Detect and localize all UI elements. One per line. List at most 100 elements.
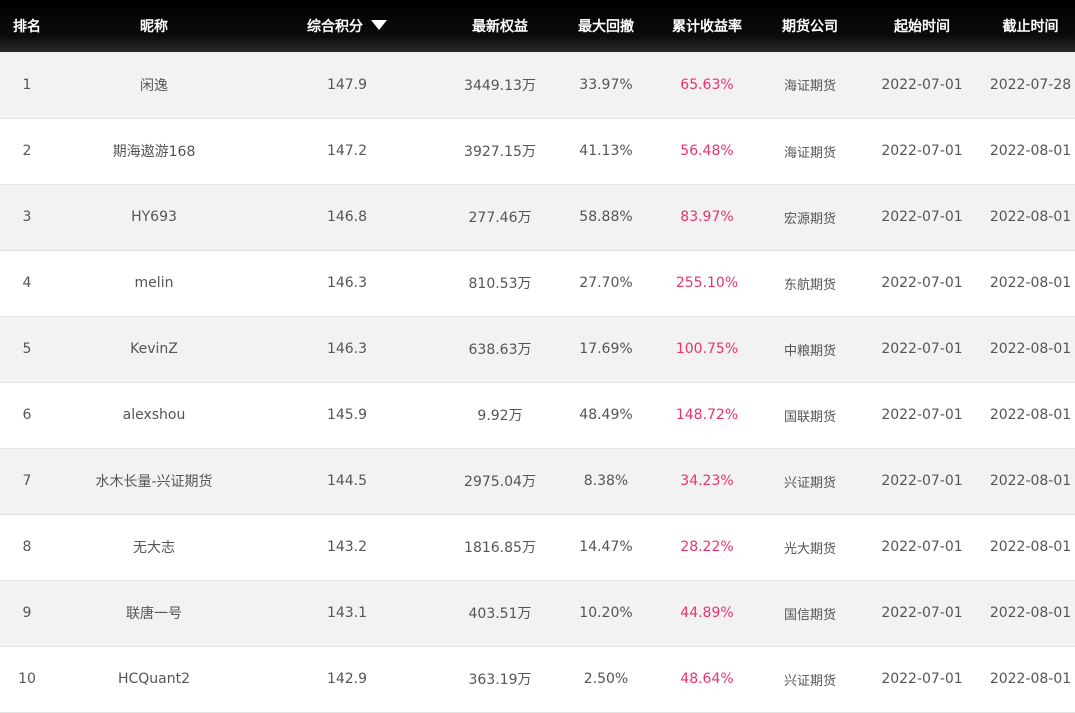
table-row[interactable]: 7 水木长量-兴证期货 144.5 2975.04万 8.38% 34.23% 兴证期货 20…	[0, 448, 1075, 514]
cell-score: 146.3	[326, 341, 368, 357]
header-equity: 最新权益	[472, 19, 528, 35]
cell-return: 148.72%	[675, 407, 739, 423]
table-row[interactable]: 9 联唐一号 143.1 403.51万 10.20% 44.89% 国信期货 2022-07…	[0, 580, 1075, 646]
cell-equity: 403.51万	[468, 606, 532, 622]
cell-drawdown: 27.70%	[579, 275, 633, 291]
cell-rank: 4	[22, 275, 32, 291]
cell-equity: 3449.13万	[464, 77, 536, 94]
cell-rank: 5	[22, 341, 32, 357]
cell-end-time: 2022-08-01	[989, 605, 1072, 621]
table-row[interactable]: 2 期海遨游168 147.2 3927.15万 41.13% 56.48% 海证期货 202…	[0, 118, 1075, 184]
cell-end-time: 2022-08-01	[989, 473, 1072, 489]
cell-end-time: 2022-08-01	[989, 275, 1072, 291]
cell-score: 143.2	[326, 539, 368, 555]
cell-end-time: 2022-08-01	[989, 341, 1072, 357]
cell-nickname: 联唐一号	[54, 580, 254, 646]
cell-return: 255.10%	[675, 275, 739, 291]
table-row[interactable]: 4 melin 146.3 810.53万 27.70% 255.10% 东航期货 2022-…	[0, 250, 1075, 316]
cell-drawdown: 17.69%	[579, 341, 633, 357]
cell-nickname: 水木长量-兴证期货	[54, 448, 254, 514]
cell-nickname: melin	[54, 250, 254, 316]
cell-return: 34.23%	[680, 473, 734, 489]
header-company: 期货公司	[782, 19, 838, 35]
cell-score: 142.9	[326, 671, 368, 687]
cell-nickname: HY693	[54, 184, 254, 250]
cell-score: 145.9	[326, 407, 368, 423]
nickname-link[interactable]: melin	[135, 275, 174, 291]
header-nickname: 昵称	[140, 19, 168, 35]
cell-start-time: 2022-07-01	[881, 341, 963, 357]
nickname-link[interactable]: KevinZ	[130, 341, 178, 357]
cell-return: 83.97%	[680, 209, 734, 225]
cell-drawdown: 8.38%	[583, 473, 629, 489]
cell-nickname: 期海遨游168	[54, 118, 254, 184]
cell-start-time: 2022-07-01	[881, 275, 963, 291]
cell-company: 兴证期货	[783, 475, 836, 491]
cell-start-time: 2022-07-01	[881, 407, 963, 423]
nickname-link[interactable]: HCQuant2	[118, 671, 190, 687]
table-row[interactable]: 3 HY693 146.8 277.46万 58.88% 83.97% 宏源期货 2022-0…	[0, 184, 1075, 250]
header-end-time: 截止时间	[1002, 19, 1059, 35]
cell-company: 宏源期货	[783, 211, 836, 227]
cell-drawdown: 14.47%	[579, 539, 633, 555]
cell-equity: 638.63万	[468, 342, 532, 358]
cell-company: 光大期货	[783, 541, 836, 557]
table-row[interactable]: 10 HCQuant2 142.9 363.19万 2.50% 48.64% 兴证期货 202…	[0, 646, 1075, 712]
nickname-link[interactable]: 无大志	[133, 540, 175, 556]
cell-end-time: 2022-08-01	[989, 407, 1072, 423]
nickname-link[interactable]: 水木长量-兴证期货	[95, 474, 212, 490]
cell-company: 海证期货	[783, 79, 836, 95]
cell-drawdown: 48.49%	[579, 407, 633, 423]
cell-start-time: 2022-07-01	[881, 209, 963, 225]
cell-drawdown: 2.50%	[583, 671, 629, 687]
cell-start-time: 2022-07-01	[881, 76, 963, 93]
nickname-link[interactable]: 联唐一号	[126, 606, 182, 622]
cell-rank: 8	[22, 539, 32, 555]
cell-company: 国联期货	[783, 409, 836, 425]
cell-score: 146.3	[326, 275, 368, 291]
table-row[interactable]: 1 闲逸 147.9 3449.13万 33.97% 65.63% 海证期货 2022-07-…	[0, 52, 1075, 118]
cell-company: 国信期货	[783, 607, 836, 623]
header-score-sortable[interactable]: 综合积分	[254, 0, 440, 52]
cell-nickname: KevinZ	[54, 316, 254, 382]
cell-return: 48.64%	[680, 671, 734, 687]
cell-nickname: 无大志	[54, 514, 254, 580]
cell-company: 东航期货	[783, 277, 836, 293]
cell-start-time: 2022-07-01	[881, 143, 963, 159]
cell-company: 中粮期货	[783, 343, 836, 359]
cell-rank: 2	[22, 143, 32, 159]
cell-return: 56.48%	[680, 143, 734, 159]
cell-equity: 810.53万	[468, 276, 532, 292]
nickname-link[interactable]: alexshou	[123, 407, 186, 423]
cell-score: 143.1	[326, 605, 368, 621]
cell-drawdown: 33.97%	[579, 76, 633, 93]
nickname-link[interactable]: HY693	[131, 209, 177, 225]
cell-start-time: 2022-07-01	[881, 473, 963, 489]
cell-end-time: 2022-08-01	[989, 143, 1072, 159]
caret-down-icon[interactable]	[371, 20, 387, 30]
cell-drawdown: 10.20%	[579, 605, 633, 621]
cell-equity: 277.46万	[468, 210, 532, 226]
cell-return: 28.22%	[680, 539, 734, 555]
cell-rank: 7	[22, 473, 32, 489]
header-rank: 排名	[13, 19, 41, 35]
header-start-time: 起始时间	[894, 19, 950, 35]
cell-equity: 2975.04万	[464, 474, 536, 490]
cell-company: 海证期货	[783, 145, 836, 161]
cell-nickname: 闲逸	[54, 52, 254, 118]
cell-score: 144.5	[326, 473, 368, 489]
table-row[interactable]: 8 无大志 143.2 1816.85万 14.47% 28.22% 光大期货 2022-07…	[0, 514, 1075, 580]
header-row: 排名 昵称 综合积分 最新权益 最大回撤 累计收益率 期货公司 起始时间 截止时…	[0, 0, 1075, 52]
table-row[interactable]: 6 alexshou 145.9 9.92万 48.49% 148.72% 国联期货 2022…	[0, 382, 1075, 448]
cell-start-time: 2022-07-01	[881, 539, 963, 555]
nickname-link[interactable]: 闲逸	[140, 78, 168, 94]
cell-drawdown: 58.88%	[579, 209, 633, 225]
cell-equity: 363.19万	[468, 672, 532, 688]
nickname-link[interactable]: 期海遨游168	[113, 144, 196, 160]
cell-equity: 3927.15万	[464, 144, 536, 160]
cell-rank: 6	[22, 407, 32, 423]
table-row[interactable]: 5 KevinZ 146.3 638.63万 17.69% 100.75% 中粮期货 2022…	[0, 316, 1075, 382]
cell-score: 147.2	[326, 143, 368, 159]
cell-equity: 9.92万	[477, 408, 523, 424]
cell-end-time: 2022-08-01	[989, 209, 1072, 225]
